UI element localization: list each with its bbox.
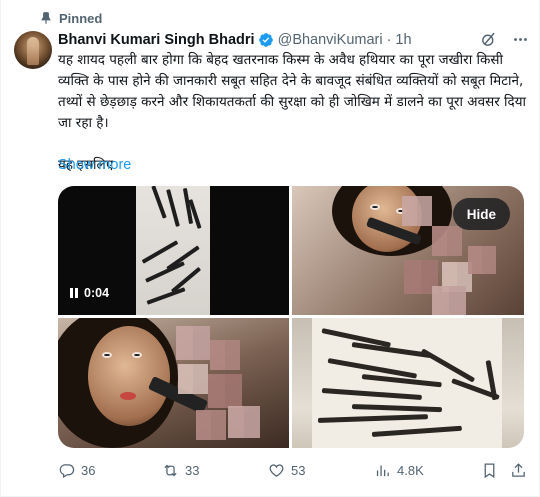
bookmark-icon[interactable] xyxy=(481,462,498,479)
views-button[interactable]: 4.8K xyxy=(374,462,424,479)
repost-icon[interactable] xyxy=(162,462,179,479)
author-name[interactable]: Bhanvi Kumari Singh Bhadri xyxy=(58,32,255,48)
share-button[interactable] xyxy=(510,462,527,479)
share-icon[interactable] xyxy=(510,462,527,479)
verified-badge-icon[interactable] xyxy=(258,32,274,48)
views-count: 4.8K xyxy=(397,462,424,478)
tweet-actions: 36 33 53 4.8K xyxy=(58,458,528,482)
video-thumbnail[interactable]: 0:04 xyxy=(58,186,289,315)
avatar[interactable] xyxy=(14,31,52,69)
separator-dot: · xyxy=(386,32,392,48)
pinned-label: Pinned xyxy=(59,10,103,26)
repost-count: 33 xyxy=(185,462,200,478)
repost-button[interactable]: 33 xyxy=(162,462,199,479)
bookmark-button[interactable] xyxy=(481,462,498,479)
author-handle[interactable]: @BhanviKumari xyxy=(278,32,383,48)
media-grid: 0:04 Hide xyxy=(58,186,524,448)
video-duration: 0:04 xyxy=(84,286,110,300)
weapons-photo-tile[interactable] xyxy=(292,318,524,448)
pause-icon[interactable] xyxy=(70,288,78,298)
photo-tile[interactable] xyxy=(58,318,289,448)
pin-icon xyxy=(41,12,51,25)
show-more-link[interactable]: Show more xyxy=(58,157,131,173)
reply-count: 36 xyxy=(81,462,96,478)
weapons-image xyxy=(136,186,210,315)
video-duration-overlay[interactable]: 0:04 xyxy=(70,283,109,303)
reply-button[interactable]: 36 xyxy=(58,462,95,479)
tweet-header: Bhanvi Kumari Singh Bhadri @BhanviKumari… xyxy=(58,30,529,50)
like-count: 53 xyxy=(291,462,306,478)
pinned-indicator: Pinned xyxy=(39,9,102,27)
more-options-icon[interactable] xyxy=(511,30,529,48)
reply-icon[interactable] xyxy=(58,462,75,479)
tweet-paragraph: यह शायद पहली बार होगा कि बेहद खतरनाक किस… xyxy=(58,52,527,131)
photo-tile[interactable]: Hide xyxy=(292,186,524,315)
like-button[interactable]: 53 xyxy=(268,462,305,479)
hide-media-button[interactable]: Hide xyxy=(452,198,510,230)
heart-icon[interactable] xyxy=(268,462,285,479)
views-chart-icon[interactable] xyxy=(374,462,391,479)
timestamp[interactable]: 1h xyxy=(395,32,411,48)
tweet-card[interactable]: Pinned Bhanvi Kumari Singh Bhadri @Bhanv… xyxy=(0,0,540,497)
grok-icon[interactable] xyxy=(479,30,497,48)
